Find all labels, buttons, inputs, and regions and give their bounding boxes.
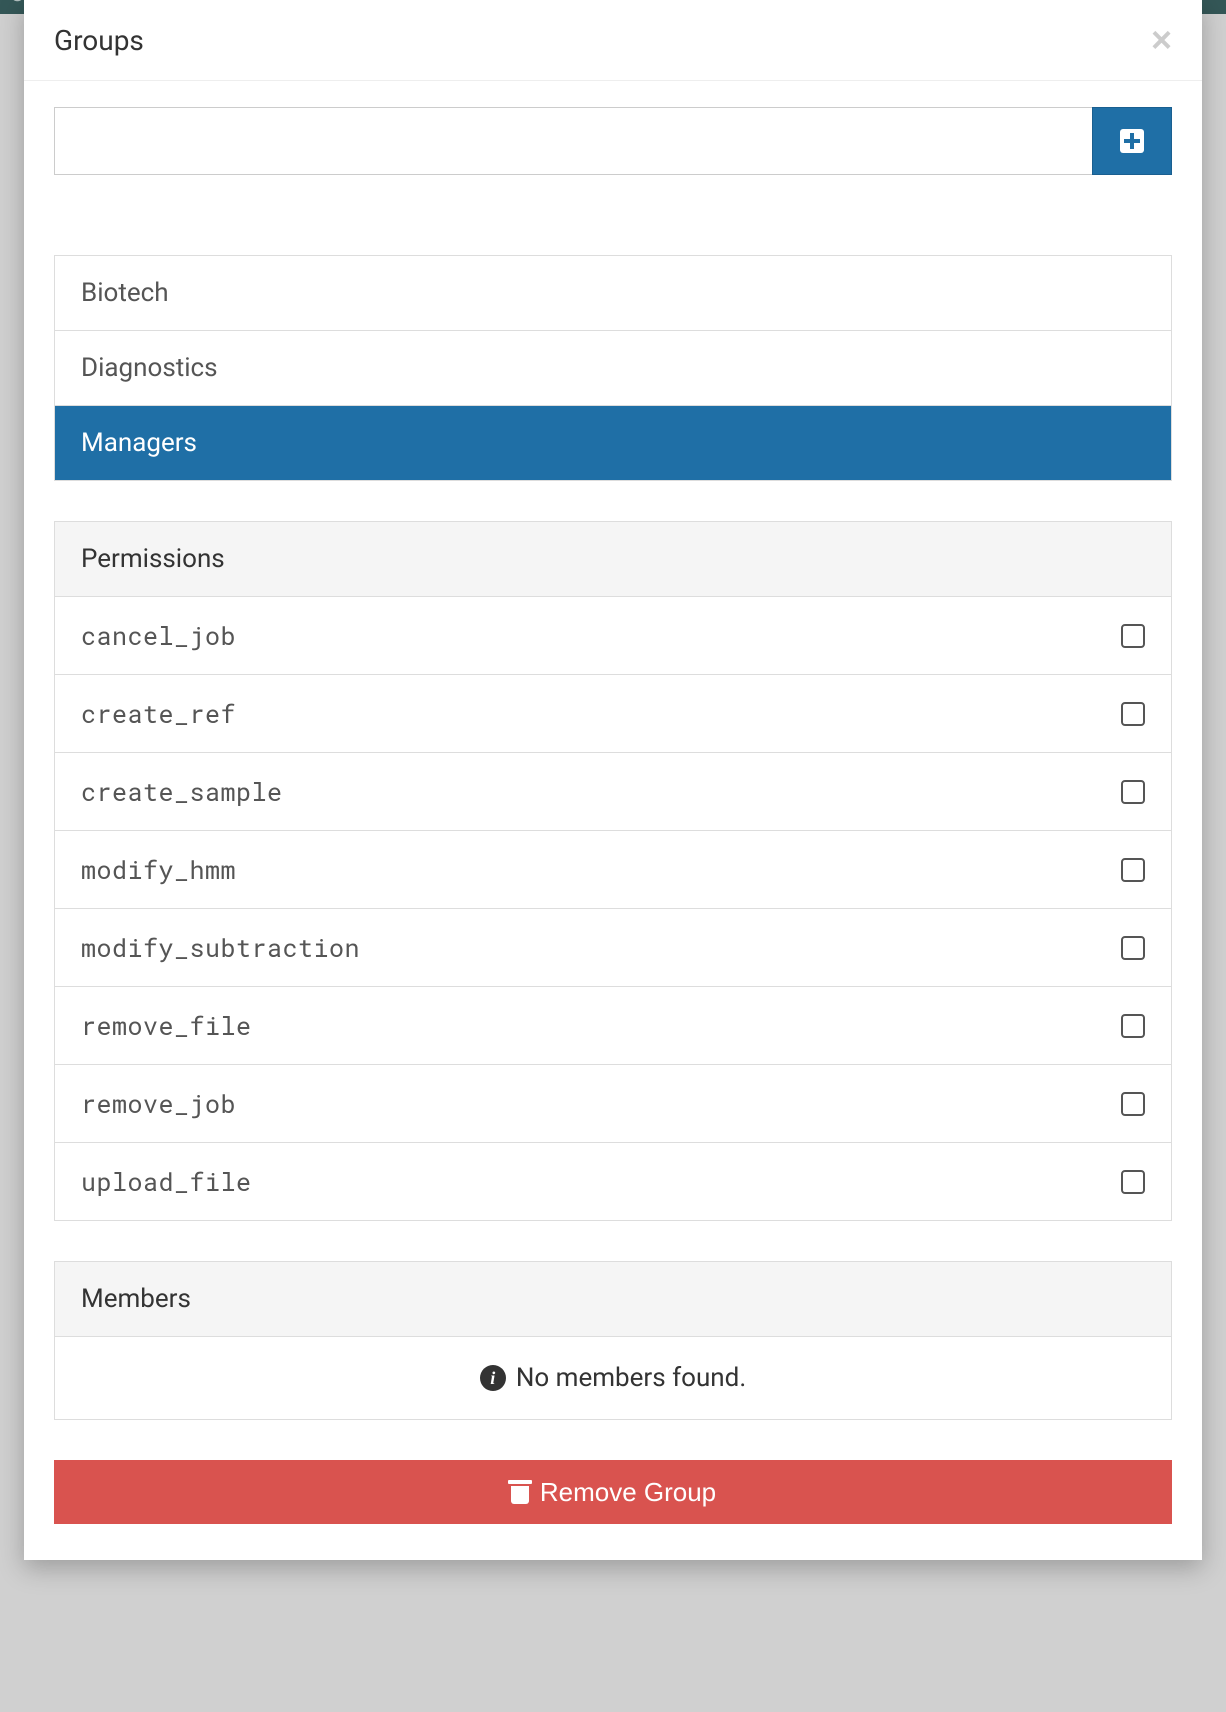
permission-row-cancel_job: cancel_job: [55, 597, 1171, 675]
permission-name: remove_job: [81, 1087, 236, 1120]
permission-checkbox-remove_job[interactable]: [1121, 1092, 1145, 1116]
group-create-row: [54, 107, 1172, 175]
permission-row-modify_subtraction: modify_subtraction: [55, 909, 1171, 987]
group-item-diagnostics[interactable]: Diagnostics: [55, 331, 1171, 406]
modal-title: Groups: [54, 24, 144, 57]
plus-icon: [1120, 129, 1144, 153]
permission-checkbox-modify_subtraction[interactable]: [1121, 936, 1145, 960]
permission-checkbox-modify_hmm[interactable]: [1121, 858, 1145, 882]
permission-name: modify_hmm: [81, 853, 236, 886]
close-button[interactable]: ×: [1151, 22, 1172, 58]
remove-group-button[interactable]: Remove Group: [54, 1460, 1172, 1524]
group-item-managers[interactable]: Managers: [55, 406, 1171, 480]
permission-name: remove_file: [81, 1009, 252, 1042]
permission-checkbox-create_ref[interactable]: [1121, 702, 1145, 726]
permission-checkbox-upload_file[interactable]: [1121, 1170, 1145, 1194]
members-empty-state: i No members found.: [55, 1337, 1171, 1419]
group-name-input[interactable]: [54, 107, 1092, 175]
permission-row-remove_job: remove_job: [55, 1065, 1171, 1143]
permission-name: create_sample: [81, 775, 283, 808]
members-panel: Members i No members found.: [54, 1261, 1172, 1420]
info-icon: i: [480, 1365, 506, 1391]
permission-name: create_ref: [81, 697, 236, 730]
permission-name: modify_subtraction: [81, 931, 360, 964]
permission-row-create_sample: create_sample: [55, 753, 1171, 831]
trash-icon: [510, 1480, 530, 1504]
permission-row-remove_file: remove_file: [55, 987, 1171, 1065]
permission-checkbox-cancel_job[interactable]: [1121, 624, 1145, 648]
permission-row-modify_hmm: modify_hmm: [55, 831, 1171, 909]
members-header: Members: [55, 1262, 1171, 1337]
group-item-biotech[interactable]: Biotech: [55, 256, 1171, 331]
permissions-header: Permissions: [55, 522, 1171, 597]
add-group-button[interactable]: [1092, 107, 1172, 175]
permission-checkbox-create_sample[interactable]: [1121, 780, 1145, 804]
groups-list: BiotechDiagnosticsManagers: [54, 255, 1172, 481]
modal-body: BiotechDiagnosticsManagers Permissions c…: [24, 81, 1202, 1420]
permission-name: upload_file: [81, 1165, 252, 1198]
permission-name: cancel_job: [81, 619, 236, 652]
remove-group-label: Remove Group: [540, 1477, 716, 1508]
permission-checkbox-remove_file[interactable]: [1121, 1014, 1145, 1038]
groups-modal: Groups × BiotechDiagnosticsManagers Perm…: [24, 0, 1202, 1560]
modal-header: Groups ×: [24, 0, 1202, 81]
permissions-panel: Permissions cancel_job create_ref create_s…: [54, 521, 1172, 1221]
permission-row-upload_file: upload_file: [55, 1143, 1171, 1220]
members-empty-text: No members found.: [516, 1363, 746, 1393]
permission-row-create_ref: create_ref: [55, 675, 1171, 753]
